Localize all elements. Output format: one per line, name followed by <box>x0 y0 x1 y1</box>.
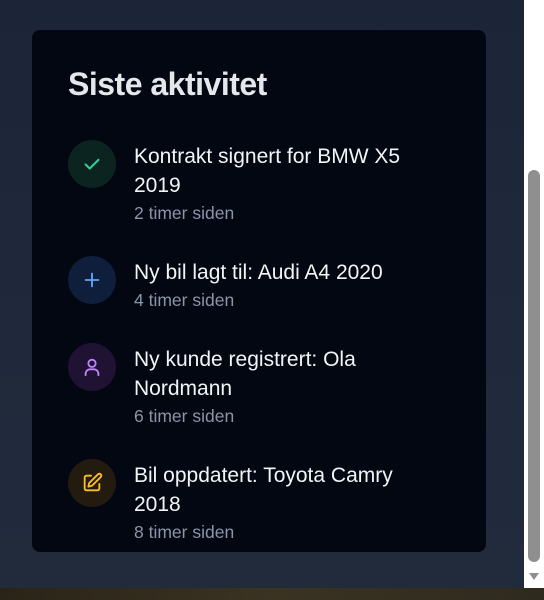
activity-item: Bil oppdatert: Toyota Camry 2018 8 timer… <box>68 459 450 545</box>
activity-icon-wrap <box>68 459 116 507</box>
scroll-down-arrow-icon[interactable] <box>529 573 539 580</box>
user-icon <box>81 356 103 378</box>
activity-item: Kontrakt signert for BMW X5 2019 2 timer… <box>68 140 450 226</box>
activity-title: Kontrakt signert for BMW X5 2019 <box>134 145 401 197</box>
activity-text: Kontrakt signert for BMW X5 2019 2 timer… <box>134 140 434 226</box>
activity-icon-wrap <box>68 343 116 391</box>
scrollbar-thumb[interactable] <box>528 170 540 562</box>
activity-title: Ny kunde registrert: Ola Nordmann <box>134 348 356 400</box>
activity-item: Ny bil lagt til: Audi A4 2020 4 timer si… <box>68 256 450 313</box>
activity-title: Bil oppdatert: Toyota Camry 2018 <box>134 464 393 516</box>
page-viewport: Siste aktivitet Kontrakt signert for BMW… <box>0 0 524 588</box>
activity-time: 6 timer siden <box>134 406 235 426</box>
activity-time: 4 timer siden <box>134 290 235 310</box>
edit-icon <box>81 472 103 494</box>
plus-icon <box>81 269 103 291</box>
card-title: Siste aktivitet <box>68 66 267 102</box>
recent-activity-card: Siste aktivitet Kontrakt signert for BMW… <box>32 30 486 552</box>
activity-time: 8 timer siden <box>134 522 235 542</box>
activity-item: Ny kunde registrert: Ola Nordmann 6 time… <box>68 343 450 429</box>
check-icon <box>81 153 103 175</box>
activity-icon-wrap <box>68 140 116 188</box>
vertical-scrollbar[interactable] <box>524 0 544 588</box>
activity-title: Ny bil lagt til: Audi A4 2020 <box>134 261 383 284</box>
activity-text: Ny kunde registrert: Ola Nordmann 6 time… <box>134 343 434 429</box>
activity-text: Bil oppdatert: Toyota Camry 2018 8 timer… <box>134 459 434 545</box>
activity-icon-wrap <box>68 256 116 304</box>
activity-time: 2 timer siden <box>134 203 235 223</box>
activity-text: Ny bil lagt til: Audi A4 2020 4 timer si… <box>134 256 434 313</box>
activity-list: Kontrakt signert for BMW X5 2019 2 timer… <box>68 140 450 545</box>
bottom-edge-strip <box>0 588 544 600</box>
